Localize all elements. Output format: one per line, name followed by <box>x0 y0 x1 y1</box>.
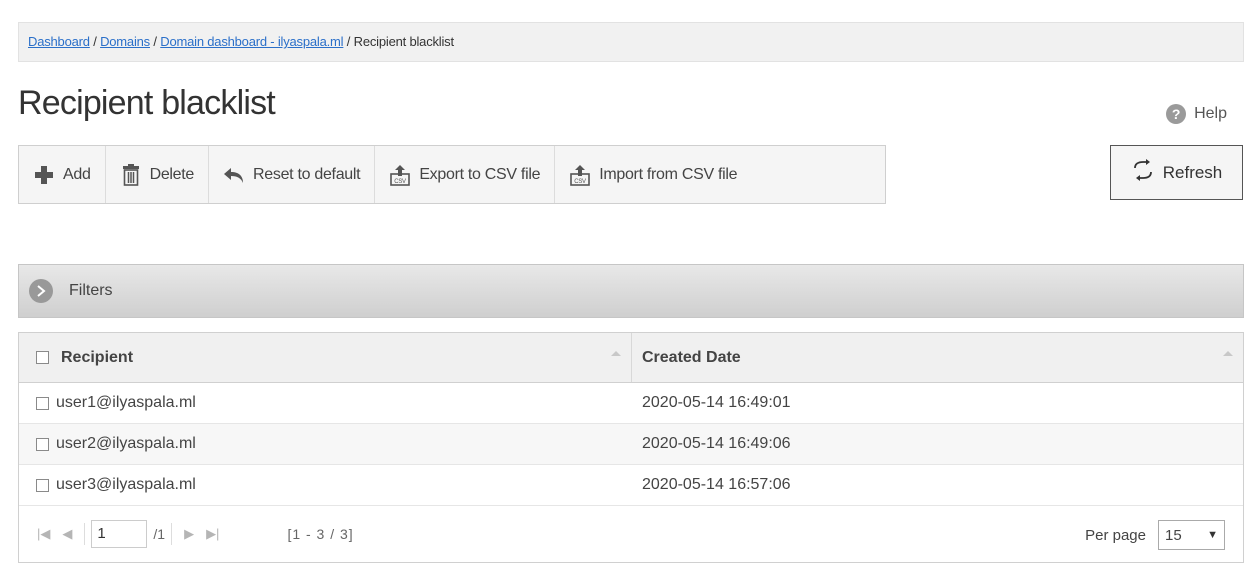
select-all-checkbox[interactable] <box>36 351 49 364</box>
export-csv-icon: CSV <box>389 164 411 186</box>
row-checkbox[interactable] <box>36 437 49 451</box>
add-button[interactable]: Add <box>19 146 106 203</box>
first-page-icon[interactable]: |◀ <box>31 526 56 542</box>
help-label: Help <box>1194 105 1227 122</box>
plus-icon <box>33 164 55 186</box>
help-link[interactable]: ? Help <box>1166 104 1227 124</box>
breadcrumb-current: Recipient blacklist <box>353 34 454 49</box>
export-csv-button[interactable]: CSV Export to CSV file <box>375 146 556 203</box>
per-page-value: 15 <box>1165 526 1182 544</box>
column-header-created-date[interactable]: Created Date <box>632 333 1243 382</box>
export-label: Export to CSV file <box>419 165 541 183</box>
breadcrumb-separator: / <box>153 34 157 49</box>
chevron-down-icon: ▼ <box>1207 529 1218 541</box>
refresh-label: Refresh <box>1162 162 1223 182</box>
import-csv-button[interactable]: CSV Import from CSV file <box>555 146 751 203</box>
record-range: [1 - 3 / 3] <box>287 526 354 542</box>
column-label-recipient: Recipient <box>61 348 134 366</box>
breadcrumb-link-domains[interactable]: Domains <box>100 34 150 49</box>
breadcrumb-link-dashboard[interactable]: Dashboard <box>28 34 90 49</box>
breadcrumb-link-domain-dashboard[interactable]: Domain dashboard - ilyaspala.ml <box>160 34 343 49</box>
toolbar: Add Delete Reset to default CSV Export t… <box>18 145 886 204</box>
trash-icon <box>120 163 142 186</box>
undo-icon <box>223 164 245 186</box>
created-date-cell: 2020-05-14 16:49:06 <box>642 435 791 452</box>
svg-text:CSV: CSV <box>574 179 586 185</box>
recipient-cell: user1@ilyaspala.ml <box>19 383 632 423</box>
recipient-cell: user2@ilyaspala.ml <box>19 424 632 464</box>
recipient-table: Recipient Created Date user1@ilyaspala.m… <box>18 332 1244 563</box>
recipient-email: user3@ilyaspala.ml <box>56 476 196 493</box>
pagination: |◀ ◀ 1 /1 ▶ ▶| [1 - 3 / 3] Per page 15 ▼ <box>19 506 1243 562</box>
reset-label: Reset to default <box>253 165 361 183</box>
table-row[interactable]: user1@ilyaspala.ml 2020-05-14 16:49:01 <box>19 383 1243 424</box>
breadcrumb-separator: / <box>346 34 351 49</box>
pager-divider <box>84 523 86 545</box>
svg-text:CSV: CSV <box>395 179 407 185</box>
refresh-icon <box>1131 159 1155 186</box>
next-page-icon[interactable]: ▶ <box>178 526 200 542</box>
previous-page-icon[interactable]: ◀ <box>56 526 78 542</box>
row-checkbox[interactable] <box>36 478 49 492</box>
per-page-select[interactable]: 15 ▼ <box>1158 520 1225 550</box>
delete-button[interactable]: Delete <box>106 146 210 203</box>
delete-label: Delete <box>149 165 195 183</box>
per-page-label: Per page <box>1085 526 1146 544</box>
reset-to-default-button[interactable]: Reset to default <box>209 146 376 203</box>
filters-label: Filters <box>69 282 113 299</box>
table-header: Recipient Created Date <box>19 333 1243 383</box>
help-icon: ? <box>1166 104 1187 124</box>
column-header-recipient[interactable]: Recipient <box>19 333 632 382</box>
pager-divider <box>171 523 173 545</box>
page-title: Recipient blacklist <box>18 84 276 122</box>
chevron-right-icon <box>29 279 53 303</box>
recipient-email: user1@ilyaspala.ml <box>56 394 196 411</box>
sort-arrow-icon <box>611 351 621 356</box>
column-label-created-date: Created Date <box>642 348 741 366</box>
recipient-cell: user3@ilyaspala.ml <box>19 465 632 505</box>
table-body: user1@ilyaspala.ml 2020-05-14 16:49:01 u… <box>19 383 1243 506</box>
table-row[interactable]: user3@ilyaspala.ml 2020-05-14 16:57:06 <box>19 465 1243 506</box>
import-csv-icon: CSV <box>569 164 591 186</box>
refresh-button[interactable]: Refresh <box>1110 145 1243 200</box>
row-checkbox[interactable] <box>36 396 49 410</box>
breadcrumb: Dashboard / Domains / Domain dashboard -… <box>18 22 1244 62</box>
table-row[interactable]: user2@ilyaspala.ml 2020-05-14 16:49:06 <box>19 424 1243 465</box>
last-page-icon[interactable]: ▶| <box>200 526 225 542</box>
sort-arrow-icon <box>1223 351 1233 356</box>
page-total: /1 <box>153 526 166 542</box>
import-label: Import from CSV file <box>599 165 738 183</box>
breadcrumb-separator: / <box>93 34 97 49</box>
recipient-email: user2@ilyaspala.ml <box>56 435 196 452</box>
per-page-control: Per page 15 ▼ <box>1085 520 1225 550</box>
filters-toggle[interactable]: Filters <box>18 264 1244 318</box>
created-date-cell: 2020-05-14 16:57:06 <box>642 476 791 493</box>
page-number-input[interactable]: 1 <box>91 520 148 548</box>
created-date-cell: 2020-05-14 16:49:01 <box>642 394 791 411</box>
add-label: Add <box>63 165 91 183</box>
